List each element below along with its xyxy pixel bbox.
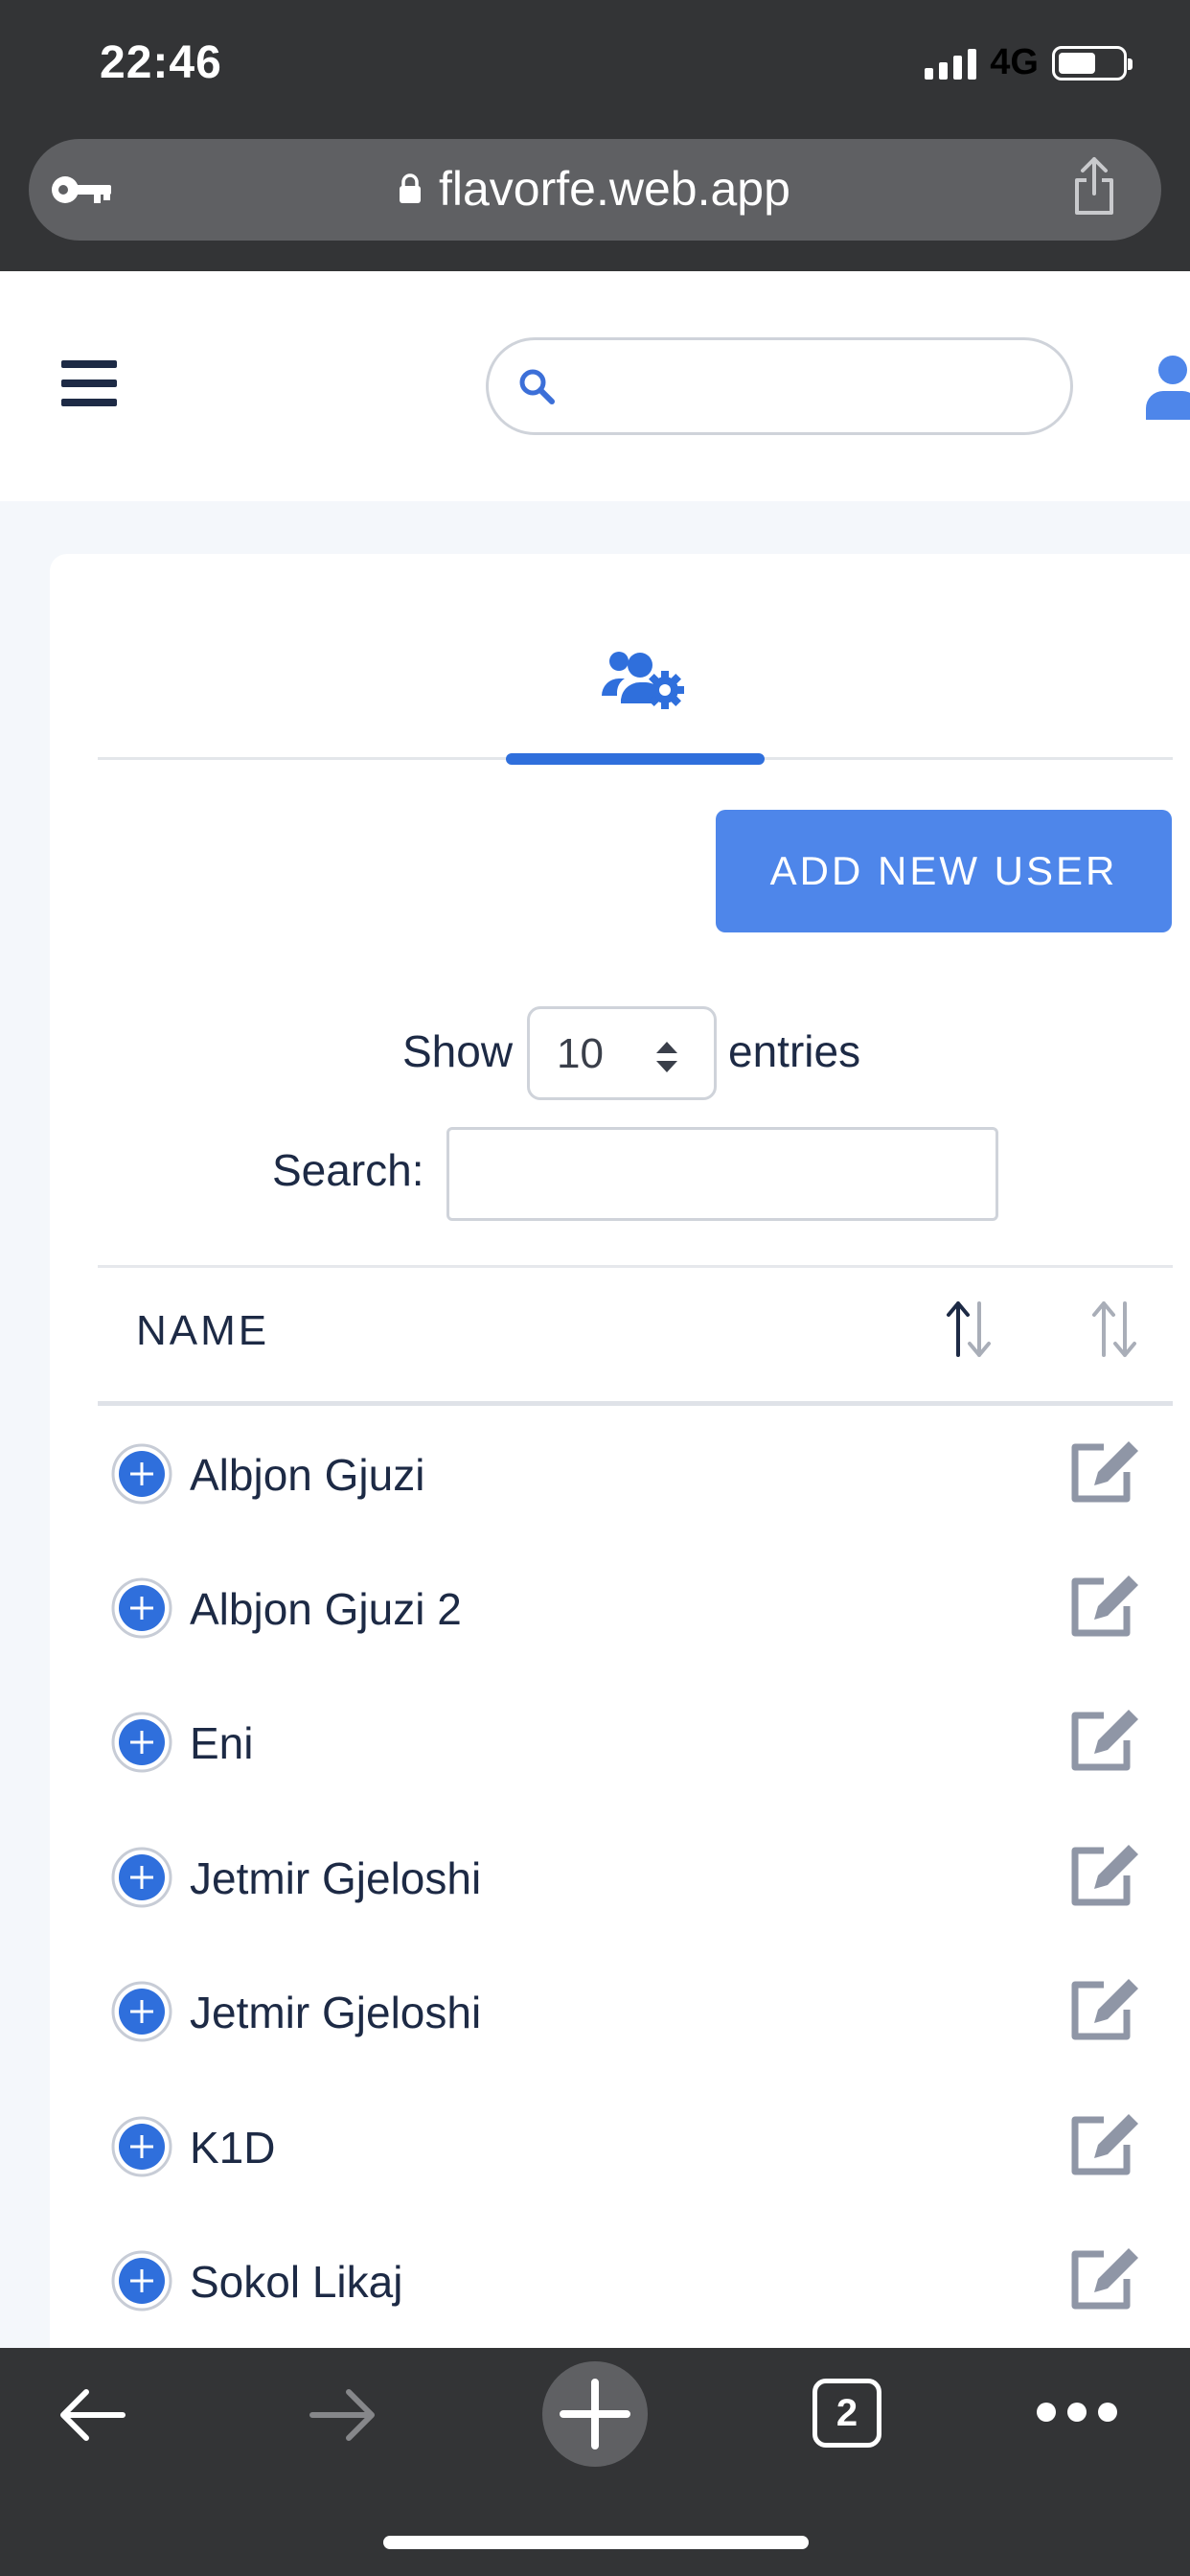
table-row: Albjon Gjuzi [98, 1407, 1173, 1541]
table-row: Jetmir Gjeloshi [98, 1810, 1173, 1944]
entries-label: entries [728, 1026, 861, 1076]
plus-circle-icon[interactable] [111, 2116, 172, 2177]
entries-value: 10 [557, 1030, 604, 1077]
table-header-rule [98, 1401, 1173, 1406]
edit-icon[interactable] [1065, 1570, 1144, 1641]
user-name: Jetmir Gjeloshi [190, 1853, 482, 1903]
tabs-button[interactable]: 2 [812, 2379, 881, 2448]
header-search-input[interactable] [575, 359, 1035, 413]
select-caret-icon [656, 1042, 677, 1072]
plus-icon [560, 2379, 630, 2450]
table-row: K1D [98, 2080, 1173, 2214]
table-row: Sokol Likaj [98, 2214, 1173, 2348]
user-name: Albjon Gjuzi 2 [190, 1584, 462, 1634]
edit-icon[interactable] [1065, 2108, 1144, 2179]
sort-icon[interactable] [941, 1296, 995, 1363]
tab-active-indicator [506, 753, 765, 765]
url-text[interactable]: flavorfe.web.app [439, 161, 790, 217]
user-name: Eni [190, 1718, 254, 1768]
edit-icon[interactable] [1065, 1436, 1144, 1506]
table-row: Eni [98, 1675, 1173, 1809]
battery-icon [1052, 45, 1133, 80]
new-tab-button[interactable] [542, 2361, 648, 2467]
signal-icon [925, 47, 977, 80]
plus-circle-icon[interactable] [111, 2250, 172, 2312]
user-icon[interactable] [1142, 353, 1190, 420]
show-label: Show [402, 1026, 514, 1076]
network-type: 4G [990, 42, 1039, 82]
plus-circle-icon[interactable] [111, 1981, 172, 2042]
search-icon [519, 369, 555, 404]
user-name: Jetmir Gjeloshi [190, 1988, 482, 2037]
more-icon[interactable] [1037, 2398, 1117, 2426]
table-search-input[interactable] [446, 1127, 998, 1221]
user-name: Albjon Gjuzi [190, 1450, 425, 1500]
status-time: 22:46 [100, 37, 222, 88]
status-indicators: 4G [925, 42, 1133, 83]
table-row: Jetmir Gjeloshi [98, 1944, 1173, 2079]
plus-circle-icon[interactable] [111, 1712, 172, 1773]
arrow-right-icon[interactable] [305, 2377, 381, 2453]
plus-circle-icon[interactable] [111, 1847, 172, 1908]
table-row: Albjon Gjuzi 2 [98, 1541, 1173, 1675]
arrow-left-icon[interactable] [54, 2377, 130, 2453]
edit-icon[interactable] [1065, 1973, 1144, 2044]
sort-icon[interactable] [1087, 1296, 1140, 1363]
user-name: K1D [190, 2123, 276, 2173]
edit-icon[interactable] [1065, 2242, 1144, 2313]
home-indicator [383, 2536, 809, 2549]
users-cog-icon[interactable] [602, 650, 686, 709]
edit-icon[interactable] [1065, 1704, 1144, 1775]
share-icon[interactable] [1071, 155, 1117, 217]
table-top-border [98, 1265, 1173, 1268]
plus-circle-icon[interactable] [111, 1577, 172, 1639]
header-search[interactable] [486, 337, 1073, 435]
search-label: Search: [272, 1145, 424, 1195]
entries-select[interactable]: 10 [527, 1006, 717, 1100]
edit-icon[interactable] [1065, 1839, 1144, 1910]
key-icon[interactable] [50, 172, 113, 207]
hamburger-icon[interactable] [61, 360, 117, 406]
lock-icon [400, 173, 421, 203]
add-new-user-button[interactable]: ADD NEW USER [716, 810, 1172, 932]
plus-circle-icon[interactable] [111, 1443, 172, 1505]
column-header-name[interactable]: NAME [136, 1307, 269, 1355]
user-name: Sokol Likaj [190, 2257, 403, 2307]
